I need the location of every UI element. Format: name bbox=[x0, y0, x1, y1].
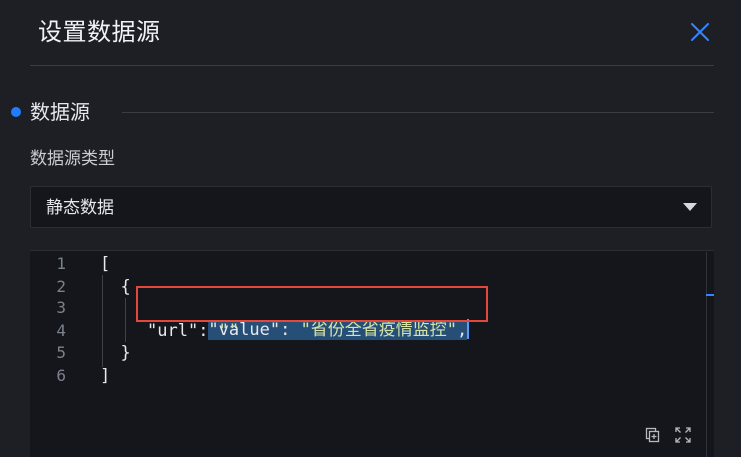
json-comma: , bbox=[457, 320, 468, 340]
datasource-type-value: 静态数据 bbox=[46, 198, 114, 218]
json-colon: : bbox=[198, 321, 219, 341]
json-key: "url" bbox=[147, 321, 199, 341]
json-string: "省份全省疫情监控" bbox=[300, 320, 458, 340]
copy-icon[interactable] bbox=[644, 426, 662, 444]
line-number: 4 bbox=[56, 321, 66, 340]
code-line: ] bbox=[100, 366, 111, 386]
section-title: 数据源 bbox=[30, 100, 90, 124]
code-line: "url": "" bbox=[147, 320, 239, 342]
editor-scrollbar[interactable] bbox=[706, 252, 707, 457]
indent-guide bbox=[125, 298, 126, 342]
section-bullet bbox=[11, 107, 21, 117]
line-number: 5 bbox=[56, 343, 66, 362]
scrollbar-marker bbox=[706, 294, 714, 296]
section-divider bbox=[122, 112, 714, 113]
code-line: } bbox=[100, 343, 131, 363]
datasource-type-label: 数据源类型 bbox=[30, 149, 115, 169]
code-editor[interactable]: 1 2 3 4 5 6 [ { "value": "省份全省疫情监控", "ur… bbox=[30, 250, 714, 457]
code-line: [ bbox=[100, 254, 111, 274]
code-selection: "value": "省份全省疫情监控", bbox=[208, 320, 468, 340]
header-divider bbox=[30, 65, 714, 66]
text-cursor bbox=[467, 319, 470, 339]
close-icon[interactable] bbox=[688, 20, 712, 44]
panel-header: 设置数据源 bbox=[0, 0, 741, 66]
code-line: { bbox=[100, 277, 131, 297]
json-colon: : bbox=[280, 320, 301, 340]
json-string: "" bbox=[218, 321, 240, 341]
panel-title: 设置数据源 bbox=[38, 18, 161, 46]
line-number: 2 bbox=[56, 277, 66, 296]
datasource-type-select[interactable]: 静态数据 bbox=[30, 186, 712, 228]
highlight-annotation bbox=[136, 286, 488, 322]
caret-down-icon bbox=[683, 203, 697, 211]
line-number: 1 bbox=[56, 254, 66, 273]
fullscreen-icon[interactable] bbox=[674, 426, 692, 444]
line-number-gutter: 1 2 3 4 5 6 bbox=[30, 251, 70, 457]
line-number: 3 bbox=[56, 298, 66, 317]
line-number: 6 bbox=[56, 366, 66, 385]
datasource-panel: 设置数据源 数据源 数据源类型 静态数据 1 2 3 4 5 6 [ { "va… bbox=[0, 0, 741, 457]
